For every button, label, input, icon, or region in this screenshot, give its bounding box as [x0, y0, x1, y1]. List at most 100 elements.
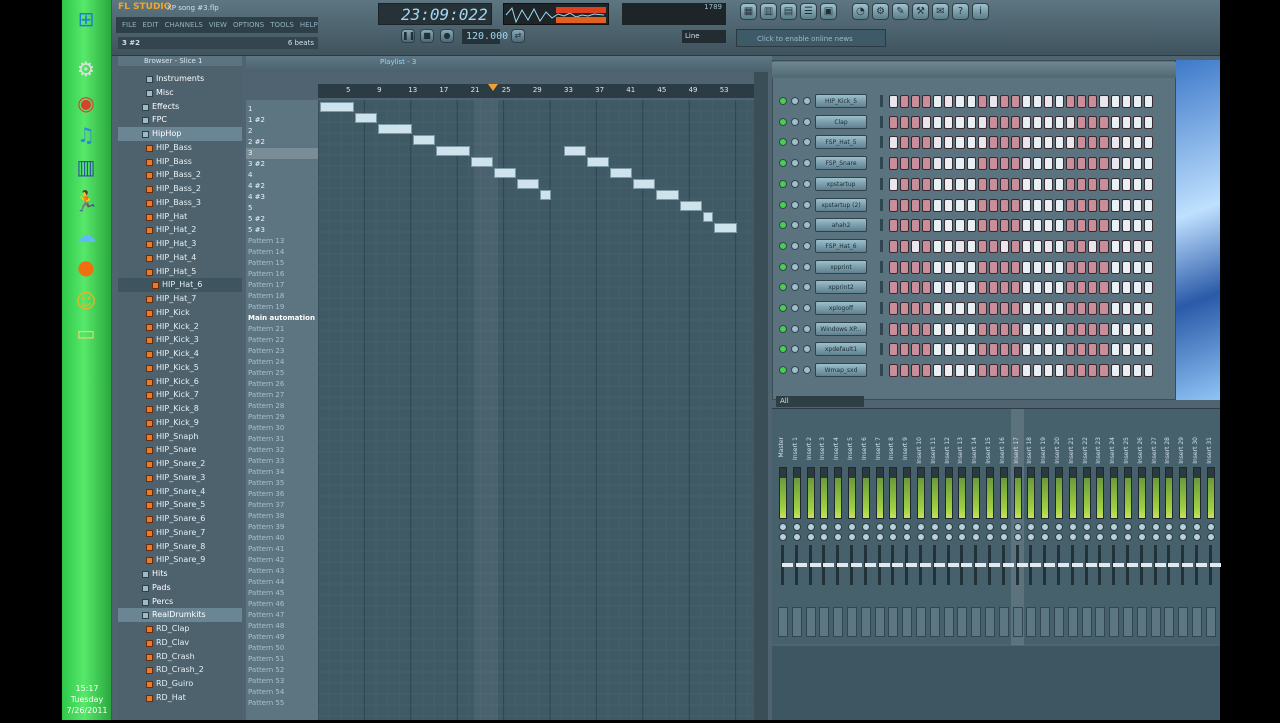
- mixer-track[interactable]: Insert 15: [983, 409, 1000, 645]
- browser-item[interactable]: HIP_Snare_2: [118, 457, 242, 471]
- step-button[interactable]: [1055, 198, 1065, 212]
- step-button[interactable]: [1033, 302, 1043, 315]
- step-button[interactable]: [1021, 302, 1032, 315]
- step-button[interactable]: [1066, 364, 1076, 378]
- pattern-clip[interactable]: [540, 190, 551, 200]
- pattern-item[interactable]: 5 #3: [248, 225, 265, 236]
- mixer-track[interactable]: Insert 1: [790, 409, 807, 645]
- pan-knob[interactable]: [986, 523, 994, 531]
- step-button[interactable]: [1110, 281, 1120, 295]
- stereo-knob[interactable]: [972, 533, 981, 541]
- mixer-track[interactable]: Insert 11: [928, 409, 945, 645]
- step-button[interactable]: [1121, 219, 1131, 233]
- volume-fader[interactable]: [1015, 545, 1028, 585]
- channel-knob[interactable]: [803, 200, 811, 209]
- pattern-item[interactable]: 2 #2: [248, 137, 265, 148]
- pan-knob[interactable]: [1165, 523, 1174, 531]
- pattern-item[interactable]: Pattern 18: [248, 291, 284, 302]
- step-button[interactable]: [889, 198, 899, 212]
- pattern-item[interactable]: Pattern 26: [248, 379, 284, 390]
- network-icon[interactable]: ☁: [69, 220, 103, 250]
- step-button[interactable]: [1021, 198, 1032, 212]
- step-button[interactable]: [1099, 115, 1109, 129]
- pattern-clip[interactable]: [354, 113, 377, 123]
- step-button[interactable]: [955, 281, 965, 295]
- step-button[interactable]: [988, 136, 998, 150]
- step-button[interactable]: [889, 281, 899, 295]
- step-button[interactable]: [1044, 157, 1054, 171]
- mixer-track[interactable]: Insert 30: [1190, 409, 1207, 645]
- step-button[interactable]: [1132, 302, 1142, 315]
- step-button[interactable]: [1077, 239, 1087, 253]
- browser-item[interactable]: HIP_Hat: [118, 210, 242, 224]
- volume-fader[interactable]: [919, 545, 931, 585]
- browser-item[interactable]: HIP_Snaph: [118, 430, 242, 444]
- step-button[interactable]: [988, 281, 998, 295]
- volume-fader[interactable]: [905, 545, 918, 585]
- browser-item[interactable]: Percs: [118, 595, 242, 609]
- browser-item[interactable]: HIP_Kick_6: [118, 375, 242, 389]
- pan-knob[interactable]: [958, 523, 967, 531]
- pattern-item[interactable]: Pattern 36: [248, 489, 284, 500]
- volume-fader[interactable]: [932, 545, 945, 585]
- step-button[interactable]: [1143, 177, 1153, 191]
- step-button[interactable]: [1033, 198, 1043, 212]
- pattern-clip[interactable]: [470, 157, 493, 167]
- step-button[interactable]: [1077, 364, 1087, 378]
- step-button[interactable]: [966, 364, 976, 378]
- pattern-item[interactable]: Pattern 42: [248, 555, 284, 566]
- step-button[interactable]: [933, 302, 943, 315]
- mixer-track[interactable]: Insert 2: [804, 409, 821, 645]
- step-button[interactable]: [889, 115, 899, 129]
- volume-fader[interactable]: [822, 545, 835, 585]
- step-button[interactable]: [900, 239, 910, 253]
- browser-item[interactable]: HIP_Bass_2: [118, 182, 242, 196]
- volume-fader[interactable]: [863, 545, 876, 585]
- step-button[interactable]: [1132, 157, 1142, 171]
- step-button[interactable]: [999, 219, 1009, 233]
- channel-volume-slider[interactable]: [880, 157, 883, 170]
- channel-knob[interactable]: [791, 304, 799, 312]
- step-button[interactable]: [1110, 322, 1120, 336]
- step-button[interactable]: [1132, 260, 1142, 274]
- mixer-track[interactable]: Insert 12: [942, 409, 959, 645]
- track-fx-slot[interactable]: [833, 607, 844, 637]
- browser-item[interactable]: RealDrumkits: [118, 608, 242, 623]
- step-button[interactable]: [1077, 198, 1087, 212]
- mixer-track[interactable]: Insert 7: [873, 409, 890, 645]
- step-button[interactable]: [1088, 281, 1098, 295]
- step-button[interactable]: [955, 260, 965, 274]
- step-button[interactable]: [1066, 343, 1076, 357]
- mixer-track[interactable]: Insert 24: [1107, 409, 1125, 645]
- step-button[interactable]: [1077, 302, 1087, 315]
- step-button[interactable]: [1110, 219, 1120, 233]
- stereo-knob[interactable]: [806, 533, 815, 541]
- step-button[interactable]: [1021, 95, 1032, 108]
- channel-knob[interactable]: [803, 262, 811, 271]
- stereo-knob[interactable]: [944, 533, 953, 541]
- track-fx-slot[interactable]: [985, 607, 995, 637]
- step-button[interactable]: [900, 198, 910, 212]
- step-button[interactable]: [1121, 281, 1131, 295]
- step-button[interactable]: [1044, 115, 1054, 129]
- mixer-track[interactable]: Insert 27: [1149, 409, 1166, 645]
- tool-button[interactable]: ✎: [892, 3, 909, 20]
- piano-roll-button[interactable]: ▥: [760, 3, 777, 20]
- step-button[interactable]: [933, 281, 943, 295]
- volume-fader[interactable]: [808, 545, 821, 585]
- pattern-item[interactable]: Pattern 13: [248, 236, 284, 247]
- step-button[interactable]: [944, 219, 954, 233]
- step-button[interactable]: [1088, 260, 1098, 274]
- pan-knob[interactable]: [848, 523, 856, 531]
- channel-mute-led[interactable]: [779, 324, 787, 333]
- browser-item[interactable]: HIP_Snare_3: [118, 471, 242, 485]
- step-button[interactable]: [933, 115, 943, 129]
- step-button[interactable]: [1044, 281, 1054, 295]
- pattern-clip[interactable]: [412, 135, 435, 145]
- step-button[interactable]: [955, 95, 965, 108]
- channel-volume-slider[interactable]: [880, 281, 883, 294]
- step-button[interactable]: [1010, 95, 1020, 108]
- pan-knob[interactable]: [1193, 523, 1201, 531]
- step-button[interactable]: [1021, 343, 1032, 357]
- step-button[interactable]: [922, 364, 932, 378]
